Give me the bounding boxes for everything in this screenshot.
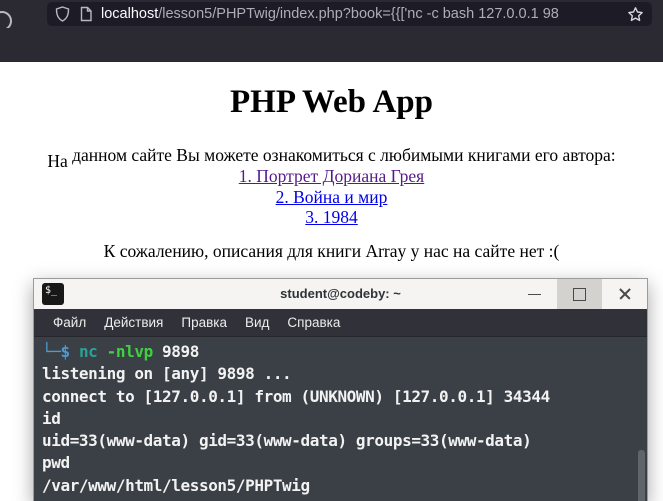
terminal-window: $_ student@codeby: ~ Файл Действия Правк… (33, 278, 648, 501)
terminal-text-segment: uid=33(www-data) gid=33(www-data) groups… (42, 431, 532, 451)
menu-view[interactable]: Вид (236, 309, 278, 336)
browser-toolbar: localhost/lesson5/PHPTwig/index.php?book… (0, 0, 663, 31)
terminal-line: └─$ nc -nlvp 9898 (42, 341, 647, 363)
not-found-message: К сожалению, описания для книги Array у … (103, 241, 560, 261)
minimize-icon (528, 293, 541, 295)
bookmark-star-icon[interactable] (627, 6, 644, 23)
terminal-text-segment: connect to [127.0.0.1] from (UNKNOWN) [1… (42, 386, 550, 406)
terminal-output[interactable]: └─$ nc -nlvp 9898 listening on [any] 9898… (34, 337, 647, 501)
page-info-icon[interactable] (79, 6, 93, 22)
url-host: localhost (101, 6, 159, 22)
terminal-text-segment: 9898 (152, 342, 199, 361)
maximize-button[interactable] (557, 279, 602, 309)
address-bar[interactable]: localhost/lesson5/PHPTwig/index.php?book… (47, 2, 652, 26)
terminal-text-segment: listening on [any] 9898 ... (42, 364, 292, 384)
terminal-line: pwd (42, 452, 647, 474)
terminal-app-icon: $_ (42, 283, 64, 305)
terminal-text-segment: nc (78, 342, 98, 361)
terminal-line: uid=33(www-data) gid=33(www-data) groups… (42, 430, 647, 452)
terminal-menubar: Файл Действия Правка Вид Справка (34, 309, 647, 337)
intro-rest: данном сайте Вы можете ознакомиться с лю… (67, 145, 616, 165)
url-path: /lesson5/PHPTwig/index.php?book={{['nc -… (158, 6, 559, 22)
maximize-icon (573, 287, 586, 301)
terminal-line: listening on [any] 9898 ... (42, 363, 647, 385)
close-button[interactable] (602, 279, 647, 309)
shield-icon[interactable] (55, 6, 70, 22)
terminal-titlebar[interactable]: $_ student@codeby: ~ (34, 279, 647, 309)
terminal-text-segment: pwd (42, 453, 70, 473)
bookmarks-bar: Игры Кодебай Курсы по информаци… (0, 28, 663, 88)
terminal-line: connect to [127.0.0.1] from (UNKNOWN) [1… (42, 386, 647, 408)
menu-edit[interactable]: Правка (172, 309, 236, 336)
book-link-1[interactable]: 1. Портрет Дориана Грея (0, 166, 663, 187)
terminal-line: /var/www/html/lesson5/PHPTwig (42, 475, 647, 497)
terminal-text-segment: /var/www/html/lesson5/PHPTwig (42, 475, 310, 495)
terminal-line: ^C (42, 497, 647, 501)
screenshot-root: localhost/lesson5/PHPTwig/index.php?book… (0, 0, 663, 501)
terminal-scrollbar-thumb[interactable] (638, 450, 645, 501)
book-link-list: 1. Портрет Дориана Грея 2. Война и мир 3… (0, 166, 663, 228)
close-icon (618, 287, 632, 301)
url-fade-overlay (575, 6, 621, 22)
terminal-line: id (42, 408, 647, 430)
page-title: PHP Web App (230, 84, 433, 120)
menu-file[interactable]: Файл (44, 309, 95, 336)
terminal-text-segment: └─$ (42, 342, 79, 361)
menu-help[interactable]: Справка (278, 309, 349, 336)
book-link-3[interactable]: 3. 1984 (0, 207, 663, 228)
menu-actions[interactable]: Действия (95, 309, 172, 336)
url-text[interactable]: localhost/lesson5/PHPTwig/index.php?book… (101, 6, 621, 22)
minimize-button[interactable] (512, 279, 557, 309)
book-link-2[interactable]: 2. Война и мир (0, 187, 663, 208)
terminal-window-title: student@codeby: ~ (280, 286, 401, 301)
terminal-text-segment: id (42, 408, 61, 428)
intro-text: На данном сайте Вы можете ознакомиться с… (0, 145, 663, 171)
terminal-text-segment: -nlvp (106, 342, 154, 361)
window-controls (512, 279, 647, 309)
